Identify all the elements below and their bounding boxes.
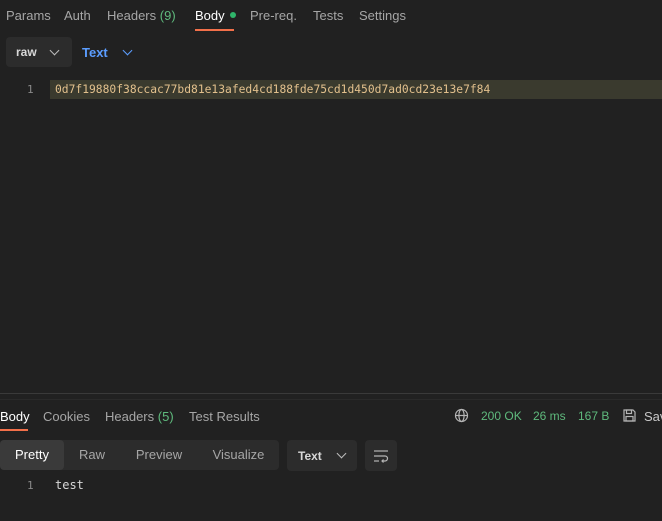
status-code[interactable]: 200 OK xyxy=(481,409,522,423)
tab-tests[interactable]: Tests xyxy=(313,8,343,23)
request-tabs: Params Auth Headers (9) Body Pre-req. Te… xyxy=(0,0,662,34)
body-modified-dot xyxy=(229,12,236,18)
save-response-button[interactable]: Sav xyxy=(644,409,662,424)
response-size[interactable]: 167 B xyxy=(578,409,609,423)
tab-label: Settings xyxy=(359,8,406,23)
line-number: 1 xyxy=(27,479,34,492)
tab-label: Params xyxy=(6,8,51,23)
response-text[interactable]: test xyxy=(55,478,84,492)
tab-settings[interactable]: Settings xyxy=(359,8,406,23)
tab-label: Headers xyxy=(105,409,155,424)
active-tab-indicator xyxy=(195,29,234,31)
wrap-lines-button[interactable] xyxy=(365,440,397,471)
response-format-value: Text xyxy=(298,448,322,463)
chevron-down-icon xyxy=(122,45,133,55)
panel-divider-inner xyxy=(0,399,662,400)
editor-line[interactable]: 1 0d7f19880f38ccac77bd81e13afed4cd188fde… xyxy=(0,80,662,99)
body-format-value: Text xyxy=(82,44,108,60)
active-response-tab-indicator xyxy=(0,429,28,431)
tab-label: Auth xyxy=(64,8,91,23)
wrap-lines-icon xyxy=(374,450,389,463)
tab-pre-request[interactable]: Pre-req. xyxy=(250,8,297,23)
tab-label: Tests xyxy=(313,8,344,23)
chevron-down-icon xyxy=(336,448,347,459)
tab-label: Headers xyxy=(107,8,157,23)
chevron-down-icon xyxy=(49,45,60,55)
response-time[interactable]: 26 ms xyxy=(533,409,566,423)
body-mode-value: raw xyxy=(16,45,37,59)
view-mode-segmented: Pretty Raw Preview Visualize xyxy=(0,440,279,470)
tab-headers[interactable]: Headers (9) xyxy=(107,8,176,23)
view-mode-raw[interactable]: Raw xyxy=(64,440,120,470)
response-tab-test-results[interactable]: Test Results xyxy=(189,409,260,424)
response-tab-body[interactable]: Body xyxy=(0,409,30,424)
tab-params[interactable]: Params xyxy=(6,8,51,23)
tab-label: Pre-req. xyxy=(250,8,297,23)
view-mode-visualize[interactable]: Visualize xyxy=(198,440,279,470)
view-mode-preview[interactable]: Preview xyxy=(120,440,198,470)
response-tab-cookies[interactable]: Cookies xyxy=(43,409,90,424)
tab-auth[interactable]: Auth xyxy=(64,8,91,23)
tab-label: Test Results xyxy=(189,409,260,424)
headers-count: (5) xyxy=(157,409,174,424)
save-icon[interactable] xyxy=(622,408,637,426)
body-mode-dropdown[interactable]: raw xyxy=(6,37,72,67)
tab-label: Cookies xyxy=(43,409,90,424)
headers-count: (9) xyxy=(159,8,176,23)
response-tab-headers[interactable]: Headers (5) xyxy=(105,409,174,424)
tab-label: Body xyxy=(0,409,30,424)
panel-divider[interactable] xyxy=(0,393,662,394)
tab-label: Body xyxy=(195,8,225,23)
body-format-dropdown[interactable]: Text xyxy=(82,42,133,62)
editor-text[interactable]: 0d7f19880f38ccac77bd81e13afed4cd188fde75… xyxy=(55,83,490,96)
view-mode-pretty[interactable]: Pretty xyxy=(0,440,64,470)
response-format-dropdown[interactable]: Text xyxy=(287,440,357,471)
tab-body[interactable]: Body xyxy=(195,8,236,23)
globe-icon[interactable] xyxy=(454,408,469,426)
line-number: 1 xyxy=(27,83,34,96)
